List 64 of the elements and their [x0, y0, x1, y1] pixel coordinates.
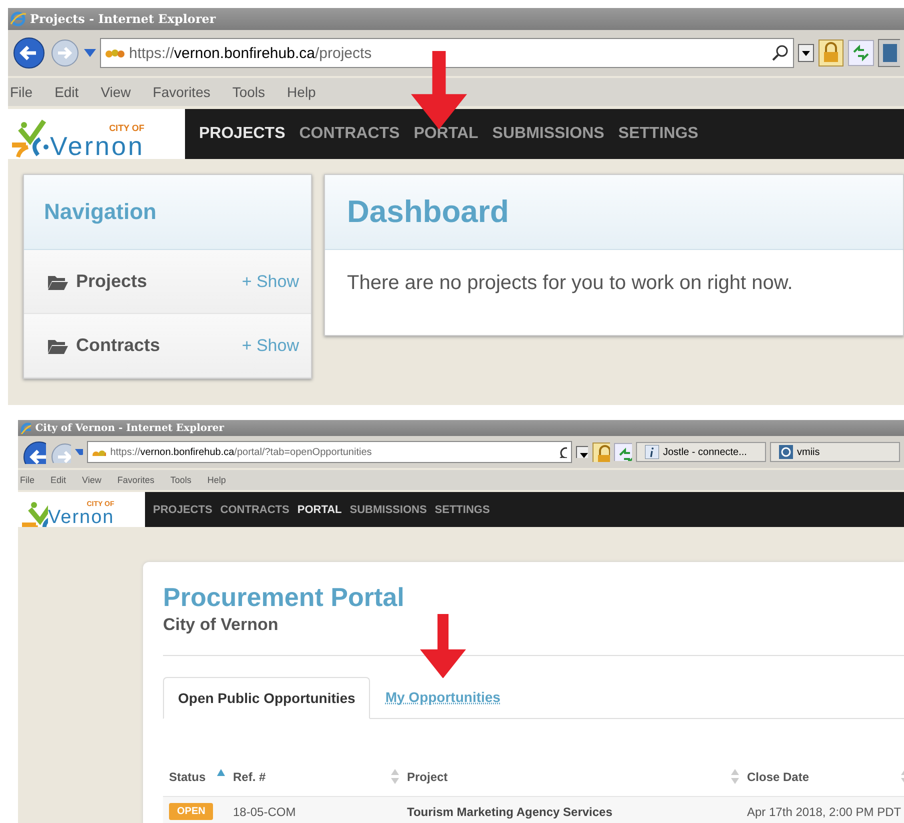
empty-message: There are no projects for you to work on right now. — [346, 271, 794, 296]
back-icon[interactable] — [22, 440, 46, 464]
nav-link[interactable]: SETTINGS — [618, 125, 698, 143]
folder-icon — [48, 274, 68, 290]
nav-link[interactable]: PORTAL — [414, 125, 478, 143]
menu-item[interactable]: Favorites — [150, 84, 212, 100]
menu-item[interactable]: Favorites — [115, 475, 156, 485]
info-icon — [645, 445, 659, 459]
nav-link[interactable]: CONTRACTS — [299, 125, 400, 143]
back-icon[interactable] — [12, 36, 46, 70]
panel-title: Dashboard — [347, 194, 509, 230]
nav-label: Projects — [76, 271, 148, 292]
column-header[interactable]: Close Date — [747, 770, 810, 784]
figure-icon — [20, 499, 48, 527]
table-cell-text: Apr 17th 2018, 2:00 PM PDT — [747, 804, 902, 818]
column-header[interactable]: Status — [169, 770, 206, 784]
nav-link[interactable]: SUBMISSIONS — [350, 504, 427, 516]
menu-item[interactable]: Edit — [48, 475, 68, 485]
folder-icon — [48, 338, 68, 354]
page-title: Procurement Portal — [163, 582, 406, 613]
menu-item[interactable]: Tools — [230, 84, 268, 100]
menu-item[interactable]: File — [18, 475, 37, 485]
nav-link[interactable]: SETTINGS — [434, 504, 490, 516]
window-title: City of Vernon - Internet Explorer — [35, 422, 224, 434]
table-cell-text: Tourism Marketing Agency Services — [407, 804, 614, 818]
table-cell-text: 18-05-COM — [233, 804, 297, 818]
nav-label: Contracts — [76, 335, 160, 356]
caret-icon[interactable] — [74, 449, 84, 455]
column-header[interactable]: Project — [407, 770, 448, 784]
address-field[interactable]: https://vernon.bonfirehub.ca/projects — [100, 38, 794, 68]
nav-link[interactable]: SUBMISSIONS — [492, 125, 604, 143]
nav-link[interactable]: PROJECTS — [199, 125, 286, 143]
caret-icon[interactable] — [84, 49, 96, 57]
tab-icon[interactable] — [878, 39, 900, 67]
browser-tab[interactable]: Jostle - connecte... — [636, 442, 766, 462]
browser-tab[interactable]: vmiis — [770, 442, 900, 462]
logo[interactable]: CITY OF Vernon — [8, 109, 185, 159]
menu-item[interactable]: Help — [205, 475, 228, 485]
site-icon — [105, 47, 125, 59]
menu-item[interactable]: Tools — [168, 475, 194, 485]
figure-icon — [10, 119, 50, 159]
refresh-icon[interactable] — [614, 442, 632, 462]
menu-item[interactable]: View — [98, 84, 133, 100]
browser-logo-icon — [20, 422, 32, 434]
status-badge: OPEN — [169, 803, 214, 820]
nav-link[interactable]: CONTRACTS — [220, 504, 290, 516]
nav-link[interactable]: PROJECTS — [153, 504, 212, 516]
menu-item[interactable]: File — [8, 84, 35, 100]
menu-item[interactable]: Help — [285, 84, 318, 100]
address-field[interactable]: https://vernon.bonfirehub.ca/portal/?tab=openOpportunities — [87, 441, 572, 463]
dropdown-icon[interactable] — [798, 44, 814, 62]
column-header[interactable]: Ref. # — [233, 770, 266, 784]
menu-item[interactable]: View — [80, 475, 104, 485]
nav-link[interactable]: PORTAL — [297, 504, 342, 516]
tab[interactable]: Open Public Opportunities — [163, 677, 370, 719]
window-title: Projects - Internet Explorer — [30, 12, 216, 26]
refresh-icon[interactable] — [848, 40, 874, 66]
panel-title: Navigation — [44, 199, 156, 225]
page-subtitle: City of Vernon — [163, 615, 280, 635]
page-icon — [779, 445, 793, 459]
menu-item[interactable]: Edit — [52, 84, 81, 100]
site-icon — [92, 448, 106, 456]
browser-logo-icon — [10, 11, 26, 27]
dropdown-icon[interactable] — [576, 446, 588, 458]
